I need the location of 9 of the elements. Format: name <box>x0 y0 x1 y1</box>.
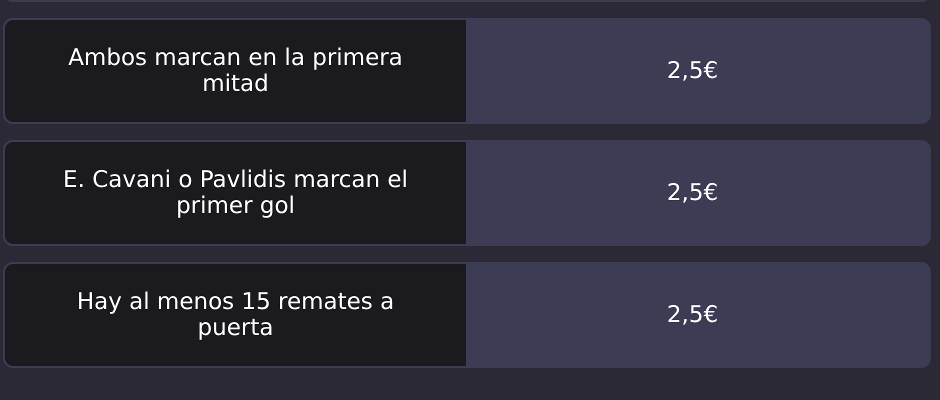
bet-option-card[interactable]: E. Cavani o Pavlidis marcan el primer gol 2,5€ <box>3 140 931 246</box>
bet-option-card[interactable]: Hay al menos 15 remates a puerta 2,5€ <box>3 262 931 368</box>
option-label: Hay al menos 15 remates a puerta <box>76 289 396 341</box>
price: 2,5€ <box>666 178 720 208</box>
bet-option-card[interactable]: Ambos marcan en la primera mitad 2,5€ <box>3 18 931 124</box>
option-label: Ambos marcan en la primera mitad <box>67 45 404 97</box>
option-label: E. Cavani o Pavlidis marcan el primer gol <box>62 167 409 219</box>
price: 2,5€ <box>666 300 720 330</box>
price: 2,5€ <box>666 56 720 86</box>
